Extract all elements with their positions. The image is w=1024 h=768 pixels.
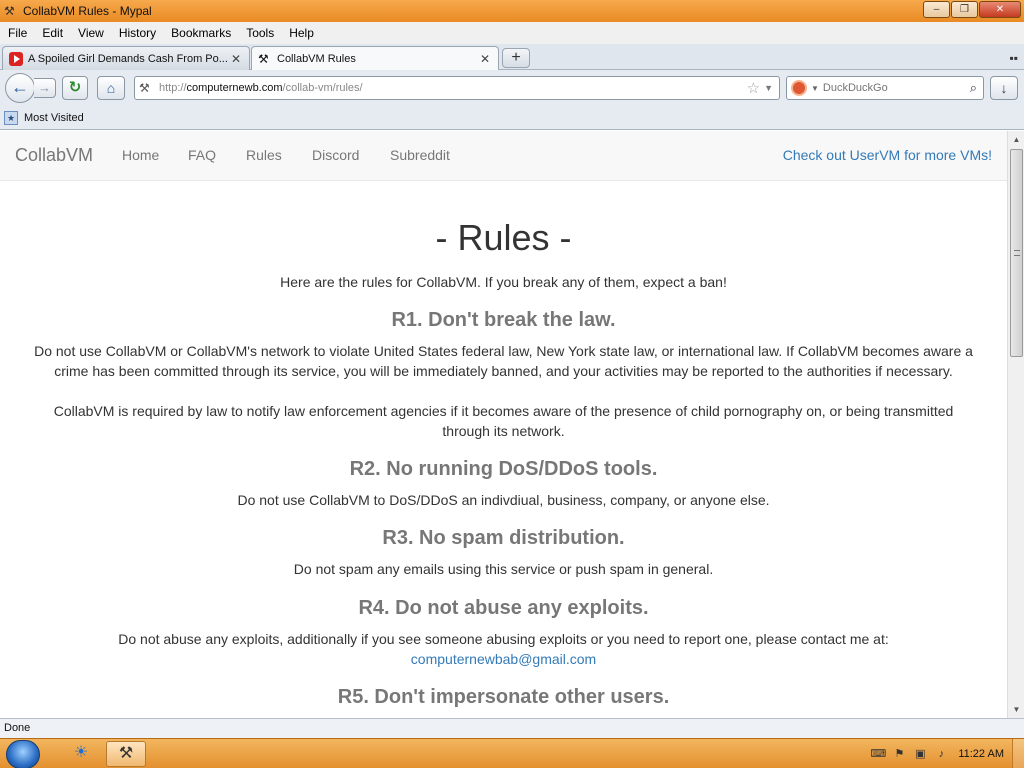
nav-link-home[interactable]: Home bbox=[122, 147, 188, 163]
status-bar: Done bbox=[0, 718, 1024, 738]
tab-strip: A Spoiled Girl Demands Cash From Po... ✕… bbox=[0, 44, 1024, 71]
address-bar[interactable]: ⚒ http://computernewb.com/collab-vm/rule… bbox=[134, 76, 780, 100]
maximize-button[interactable]: ❐ bbox=[951, 1, 978, 18]
youtube-icon bbox=[9, 51, 23, 66]
new-tab-button[interactable]: + bbox=[502, 48, 530, 68]
url-domain: computernewb.com bbox=[186, 82, 283, 94]
rule-heading-r4: R4. Do not abuse any exploits. bbox=[358, 597, 649, 619]
scroll-down-arrow-icon[interactable]: ▼ bbox=[1008, 701, 1024, 718]
system-tray: ⌨ ⚑ ▣ ♪ 11:22 AM bbox=[870, 739, 1024, 768]
url-history-dropdown-icon[interactable]: ▼ bbox=[764, 83, 773, 93]
window-titlebar: ⚒ CollabVM Rules - Mypal ‒ ❐ ✕ bbox=[0, 0, 1024, 22]
close-button[interactable]: ✕ bbox=[979, 1, 1021, 18]
reload-button[interactable]: ↻ bbox=[62, 76, 88, 100]
forward-button[interactable]: → bbox=[34, 78, 56, 98]
site-identity-icon[interactable]: ⚒ bbox=[139, 81, 159, 95]
bookmarks-toolbar: ★ Most Visited bbox=[0, 106, 1024, 130]
tab-close-icon[interactable]: ✕ bbox=[229, 52, 243, 66]
site-brand[interactable]: CollabVM bbox=[15, 145, 93, 166]
menu-edit[interactable]: Edit bbox=[42, 26, 70, 40]
bookmark-star-icon[interactable]: ☆ bbox=[747, 79, 760, 97]
rule-heading-r3: R3. No spam distribution. bbox=[382, 527, 625, 549]
list-all-tabs-icon[interactable]: ▪▪ bbox=[1009, 51, 1018, 65]
url-text[interactable]: http://computernewb.com/collab-vm/rules/ bbox=[159, 82, 747, 94]
navigation-toolbar: ← → ↻ ⌂ ⚒ http://computernewb.com/collab… bbox=[0, 70, 1024, 106]
site-favicon-icon: ⚒ bbox=[258, 52, 269, 66]
rule-r4-email-row: computernewbab@gmail.com bbox=[0, 649, 1007, 669]
rule-heading-r2: R2. No running DoS/DDoS tools. bbox=[349, 458, 658, 480]
rule-r1-paragraph-1: Do not use CollabVM or CollabVM's networ… bbox=[34, 343, 973, 379]
rules-intro: Here are the rules for CollabVM. If you … bbox=[280, 274, 727, 290]
menu-history[interactable]: History bbox=[119, 26, 163, 40]
keyboard-icon[interactable]: ⌨ bbox=[870, 746, 886, 762]
most-visited-folder-icon: ★ bbox=[4, 110, 18, 125]
tab-youtube-video[interactable]: A Spoiled Girl Demands Cash From Po... ✕ bbox=[2, 46, 250, 70]
nav-link-discord[interactable]: Discord bbox=[312, 147, 390, 163]
menu-bar: File Edit View History Bookmarks Tools H… bbox=[0, 22, 1024, 44]
back-button[interactable]: ← bbox=[5, 73, 35, 103]
menu-view[interactable]: View bbox=[78, 26, 111, 40]
tab-collabvm-rules[interactable]: ⚒ CollabVM Rules ✕ bbox=[251, 46, 499, 71]
mypal-app-icon[interactable]: ⚒ bbox=[4, 4, 18, 18]
status-text: Done bbox=[4, 722, 31, 734]
url-scheme: http:// bbox=[159, 82, 187, 94]
rule-heading-r5: R5. Don't impersonate other users. bbox=[337, 686, 670, 708]
start-button[interactable] bbox=[6, 740, 40, 768]
site-nav-links: Home FAQ Rules Discord Subreddit bbox=[122, 147, 450, 163]
site-navbar: CollabVM Home FAQ Rules Discord Subreddi… bbox=[0, 131, 1007, 181]
web-content: CollabVM Home FAQ Rules Discord Subreddi… bbox=[0, 131, 1007, 718]
menu-file[interactable]: File bbox=[8, 26, 34, 40]
rule-r1-paragraph-2: CollabVM is required by law to notify la… bbox=[53, 403, 954, 439]
page-title: - Rules - bbox=[435, 217, 572, 258]
tab-close-icon[interactable]: ✕ bbox=[478, 52, 492, 66]
minimize-button[interactable]: ‒ bbox=[923, 1, 950, 18]
downloads-button[interactable]: ↓ bbox=[990, 76, 1018, 100]
url-path: /collab-vm/rules/ bbox=[282, 82, 363, 94]
window-controls: ‒ ❐ ✕ bbox=[923, 1, 1021, 18]
search-engine-dropdown-icon[interactable]: ▼ bbox=[811, 84, 819, 93]
menu-help[interactable]: Help bbox=[289, 26, 321, 40]
show-desktop-button[interactable] bbox=[1012, 739, 1024, 768]
rule-r2-paragraph: Do not use CollabVM to DoS/DDoS an indiv… bbox=[237, 492, 770, 508]
rule-r3-paragraph: Do not spam any emails using this servic… bbox=[293, 561, 714, 577]
tab-label: A Spoiled Girl Demands Cash From Po... bbox=[28, 52, 228, 65]
bookmark-most-visited[interactable]: Most Visited bbox=[24, 112, 84, 124]
nav-link-rules[interactable]: Rules bbox=[246, 147, 312, 163]
search-icon[interactable]: ⌕ bbox=[970, 80, 977, 96]
search-bar[interactable]: ▼ ⌕ bbox=[786, 76, 984, 100]
volume-icon[interactable]: ♪ bbox=[933, 746, 949, 762]
duckduckgo-icon[interactable] bbox=[791, 80, 807, 96]
windows-taskbar: ☀ ⚒ ⌨ ⚑ ▣ ♪ 11:22 AM bbox=[0, 738, 1024, 768]
home-button[interactable]: ⌂ bbox=[97, 76, 125, 100]
mypal-taskbar-button[interactable]: ⚒ bbox=[106, 741, 146, 767]
page-scrollbar[interactable]: ▲ ▼ bbox=[1007, 131, 1024, 718]
network-icon[interactable]: ▣ bbox=[912, 746, 928, 762]
contact-email-link[interactable]: computernewbab@gmail.com bbox=[411, 651, 596, 667]
taskbar-clock[interactable]: 11:22 AM bbox=[958, 748, 1004, 760]
rule-heading-r1: R1. Don't break the law. bbox=[391, 309, 616, 331]
search-input[interactable] bbox=[822, 82, 970, 94]
window-title: CollabVM Rules - Mypal bbox=[23, 4, 152, 18]
scroll-up-arrow-icon[interactable]: ▲ bbox=[1008, 131, 1024, 148]
internet-explorer-icon[interactable]: ☀ bbox=[64, 741, 98, 767]
action-center-flag-icon[interactable]: ⚑ bbox=[891, 746, 907, 762]
uservm-link[interactable]: Check out UserVM for more VMs! bbox=[783, 147, 992, 163]
rule-r4-paragraph: Do not abuse any exploits, additionally … bbox=[118, 631, 889, 647]
tab-label: CollabVM Rules bbox=[277, 53, 356, 65]
nav-link-faq[interactable]: FAQ bbox=[188, 147, 246, 163]
scroll-thumb[interactable] bbox=[1010, 149, 1023, 357]
nav-link-subreddit[interactable]: Subreddit bbox=[390, 147, 450, 163]
menu-tools[interactable]: Tools bbox=[246, 26, 281, 40]
scroll-grip-icon bbox=[1014, 250, 1020, 256]
menu-bookmarks[interactable]: Bookmarks bbox=[171, 26, 238, 40]
